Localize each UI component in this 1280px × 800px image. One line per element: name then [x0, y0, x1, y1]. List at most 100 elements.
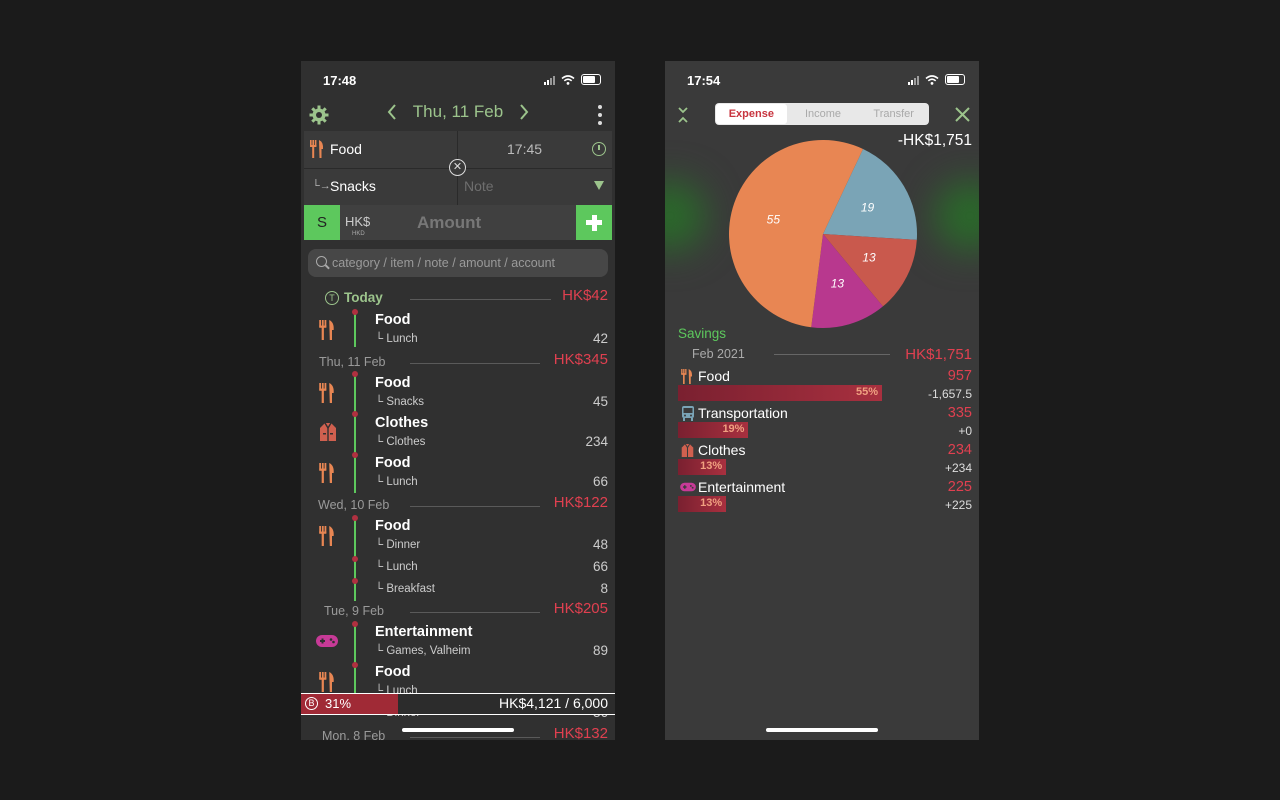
fork-knife-icon: [319, 383, 334, 403]
home-indicator: [766, 728, 878, 732]
search-placeholder: category / item / note / amount / accoun…: [332, 256, 556, 270]
entry-item: └ Clothes: [375, 436, 426, 448]
date-header: Thu, 11 Feb: [301, 99, 615, 131]
entry-item: └ Dinner: [375, 539, 421, 551]
percent-bar: 13%: [678, 496, 727, 512]
expense-pie-chart[interactable]: 19 13 13 55: [728, 139, 918, 329]
entry-amount: 234: [585, 434, 608, 449]
home-indicator: [402, 728, 514, 732]
fork-knife-icon: [319, 526, 334, 546]
entry-category: Food: [375, 312, 411, 328]
currency-label[interactable]: HK$: [345, 214, 370, 229]
battery-icon: [581, 74, 601, 85]
amount-row: S HK$ HKD Amount: [304, 205, 612, 240]
fork-knife-icon: [319, 320, 334, 340]
entry-form: Food 17:45 └→ Snacks Note ✕ S HK$ HKD Am…: [304, 131, 612, 240]
clear-icon[interactable]: ✕: [449, 159, 466, 176]
entry-item: └ Snacks: [375, 396, 425, 408]
budget-percent: 31%: [325, 696, 352, 711]
day-header: T Today HK$42: [301, 287, 615, 308]
entry-amount: 45: [592, 394, 608, 409]
current-date[interactable]: Thu, 11 Feb: [413, 102, 503, 122]
type-tabs: Expense Income Transfer: [715, 103, 929, 125]
close-icon[interactable]: [954, 106, 971, 123]
day-header: Thu, 11 Feb HK$345: [319, 351, 608, 369]
search-icon: [316, 256, 327, 267]
fork-knife-icon: [681, 369, 693, 384]
status-bar: 17:48: [301, 61, 615, 99]
tab-transfer[interactable]: Transfer: [858, 103, 929, 125]
more-menu-icon[interactable]: [597, 103, 603, 125]
category-row-transportation[interactable]: Transportation 335 19% +0: [665, 405, 979, 442]
currency-code: HKD: [352, 231, 365, 237]
day-header: Wed, 10 Feb HK$122: [318, 494, 608, 512]
category-row-entertainment[interactable]: Entertainment 225 13% +225: [665, 479, 979, 516]
sub-arrow-icon: └→: [312, 180, 331, 192]
day-header: Tue, 9 Feb HK$205: [324, 600, 608, 618]
savings-label[interactable]: Savings: [678, 326, 726, 341]
tab-income[interactable]: Income: [788, 103, 859, 125]
entry-amount: 66: [592, 474, 608, 489]
fork-knife-icon: [319, 672, 334, 692]
status-time: 17:48: [323, 73, 357, 88]
coat-icon: [320, 422, 336, 441]
pie-label-clothes: 13: [862, 250, 876, 264]
amount-input[interactable]: Amount: [417, 213, 481, 233]
chevron-right-icon[interactable]: [517, 102, 531, 122]
signal-icon: [908, 75, 919, 85]
battery-icon: [945, 74, 965, 85]
entry-item: └ Lunch: [375, 476, 418, 488]
wifi-icon: [925, 74, 939, 85]
entry-category: Entertainment: [375, 624, 473, 640]
entry-item: └ Breakfast: [375, 583, 435, 595]
budget-amount: HK$4,121 / 6,000: [499, 695, 608, 711]
category-row-food[interactable]: Food 957 55% -1,657.5: [665, 368, 979, 405]
period-label: Feb 2021: [692, 347, 745, 361]
fork-knife-icon: [319, 463, 334, 483]
percent-bar: 55%: [678, 385, 882, 401]
budget-icon: B: [305, 697, 318, 710]
entry-category: Food: [375, 518, 411, 534]
entry-category: Food: [375, 664, 411, 680]
signal-icon: [544, 75, 555, 85]
tab-expense[interactable]: Expense: [716, 104, 787, 124]
gamepad-icon: [316, 635, 338, 647]
bus-icon: [682, 406, 694, 421]
entry-amount: 8: [600, 581, 608, 596]
note-field[interactable]: Note: [464, 178, 494, 194]
entry-amount: 89: [592, 643, 608, 658]
entry-category: Food: [375, 375, 411, 391]
status-time: 17:54: [687, 73, 721, 88]
wifi-icon: [561, 74, 575, 85]
entry-time[interactable]: 17:45: [507, 141, 542, 157]
entry-item: └ Games, Valheim: [375, 645, 471, 657]
pie-label-entertainment: 13: [831, 277, 845, 291]
pie-label-food: 55: [767, 213, 781, 227]
gear-icon[interactable]: [307, 103, 331, 127]
chevron-left-icon[interactable]: [385, 102, 399, 122]
today-icon: T: [325, 291, 339, 305]
fork-knife-icon: [310, 140, 324, 158]
entry-item: └ Lunch: [375, 333, 418, 345]
clock-icon[interactable]: [592, 142, 606, 156]
collapse-icon[interactable]: [677, 106, 689, 124]
entry-amount: 66: [592, 559, 608, 574]
period-total: HK$1,751: [905, 346, 972, 363]
entry-subcategory: Snacks: [330, 178, 376, 194]
search-input[interactable]: category / item / note / amount / accoun…: [308, 249, 608, 277]
coat-icon: [681, 443, 694, 457]
account-button[interactable]: S: [304, 205, 340, 240]
entry-amount: 48: [592, 537, 608, 552]
add-button[interactable]: [576, 205, 612, 240]
entry-category: Food: [330, 141, 362, 157]
transaction-list[interactable]: T Today HK$42 Food └ Lunch 42 Thu, 11 Fe…: [301, 283, 615, 740]
budget-bar[interactable]: B 31% HK$4,121 / 6,000: [301, 693, 615, 715]
pie-label-transportation: 19: [861, 201, 875, 215]
percent-bar: 19%: [678, 422, 749, 438]
entry-item: └ Lunch: [375, 561, 418, 573]
percent-bar: 13%: [678, 459, 727, 475]
category-row-clothes[interactable]: Clothes 234 13% +234: [665, 442, 979, 479]
status-bar: 17:54: [665, 61, 979, 99]
dropdown-triangle-icon[interactable]: [594, 181, 604, 190]
gamepad-icon: [680, 482, 696, 492]
